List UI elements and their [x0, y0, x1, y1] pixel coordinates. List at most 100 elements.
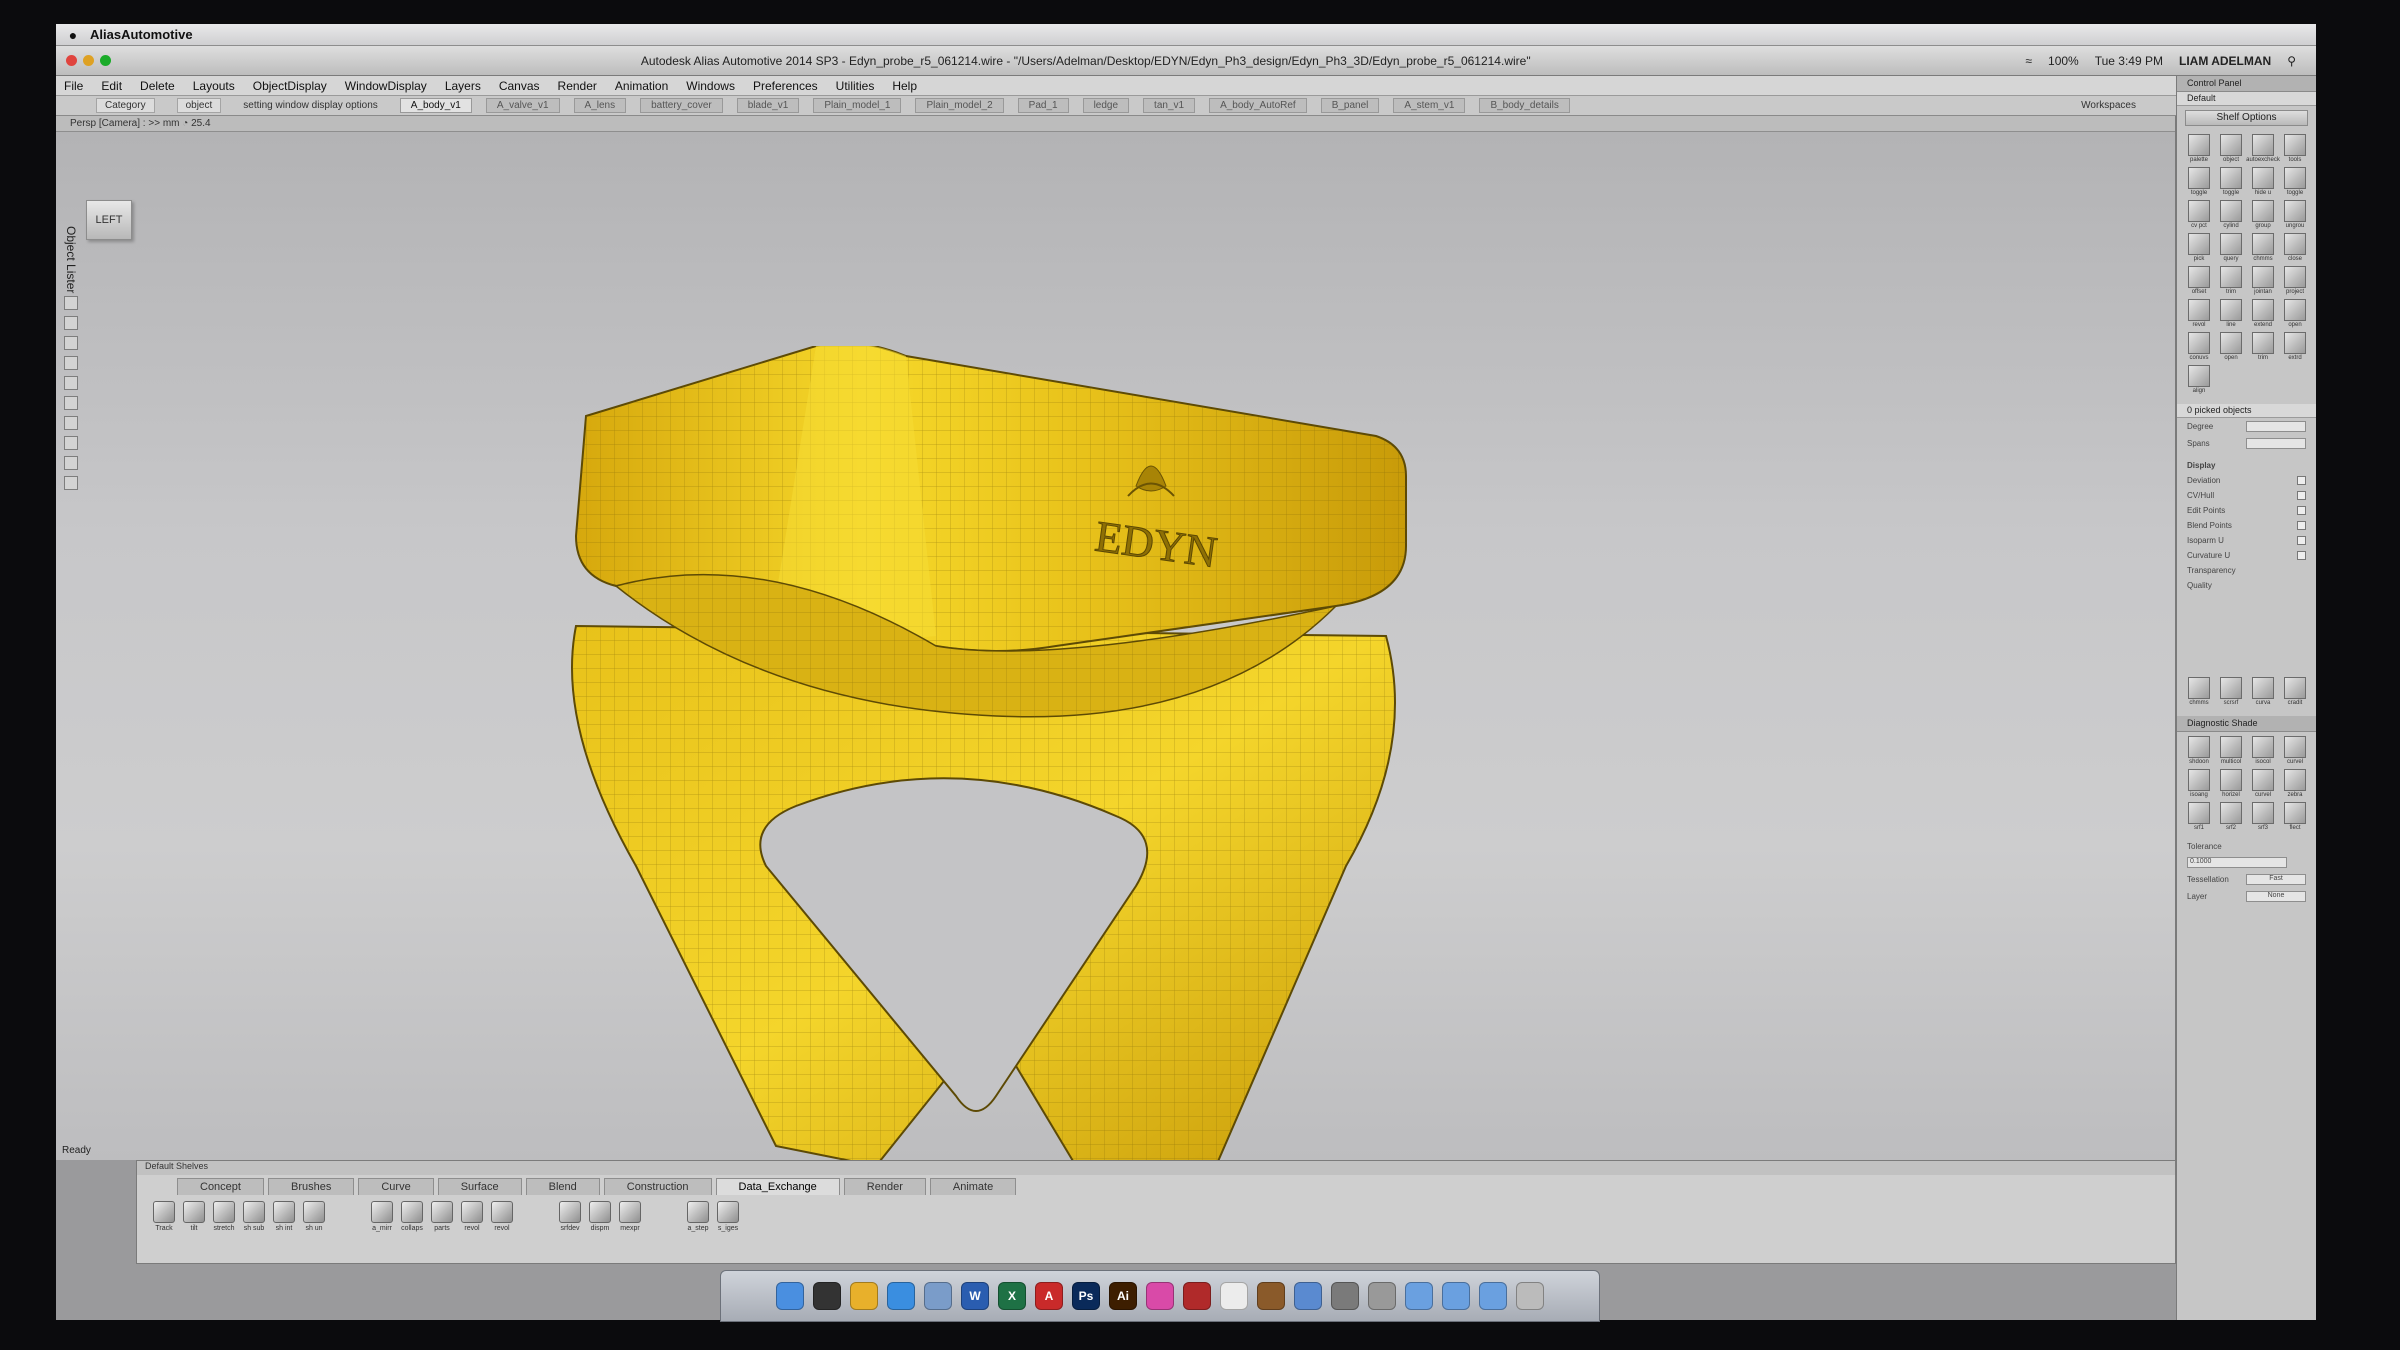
palette-tool[interactable]: project [2281, 266, 2309, 295]
itunes-icon[interactable] [1146, 1282, 1174, 1310]
shelf-tool[interactable]: Track [153, 1201, 175, 1232]
shelf-options-button[interactable]: Shelf Options [2185, 110, 2308, 126]
palette-extra-tool[interactable]: scrsrf [2217, 677, 2245, 706]
track-tool-icon[interactable] [64, 436, 78, 450]
shelf-tool[interactable]: sh un [303, 1201, 325, 1232]
palette-tool[interactable]: chmms [2249, 233, 2277, 262]
palette-tool[interactable]: toggle [2185, 167, 2213, 196]
palette-tool[interactable]: object [2217, 134, 2245, 163]
palette-tool[interactable]: open [2281, 299, 2309, 328]
shelf-tab-render[interactable]: Render [843, 1178, 926, 1195]
undo-tool-icon[interactable] [64, 396, 78, 410]
minimize-window-button[interactable] [83, 55, 94, 66]
spotlight-search-icon[interactable]: ⚲ [2287, 54, 2296, 68]
trash-icon[interactable] [1516, 1282, 1544, 1310]
folder-icon[interactable] [1479, 1282, 1507, 1310]
shelf-tab-surface[interactable]: Surface [437, 1178, 522, 1195]
palette-tool[interactable]: cv pct [2185, 200, 2213, 229]
palette-tool[interactable]: group [2249, 200, 2277, 229]
dashboard-icon[interactable] [813, 1282, 841, 1310]
shelf-tab-brushes[interactable]: Brushes [267, 1178, 355, 1195]
tessellation-dropdown[interactable]: Fast [2246, 874, 2306, 885]
layer-tab[interactable]: A_stem_v1 [1393, 98, 1466, 113]
layer-tab[interactable]: B_body_details [1479, 98, 1570, 113]
photoshop-icon[interactable]: Ps [1072, 1282, 1100, 1310]
mail-icon[interactable] [924, 1282, 952, 1310]
layer-tab[interactable]: ledge [1082, 98, 1130, 113]
dolly-tool-icon[interactable] [64, 456, 78, 470]
palette-tool[interactable]: autoexcheck [2246, 134, 2280, 163]
shelf-tab-curve[interactable]: Curve [358, 1178, 434, 1195]
menu-utilities[interactable]: Utilities [836, 79, 875, 93]
acrobat-icon[interactable]: A [1035, 1282, 1063, 1310]
layer-tab[interactable]: A_body_AutoRef [1209, 98, 1307, 113]
layer-tab[interactable]: B_panel [1320, 98, 1380, 113]
diagnostic-shade-tool[interactable]: srf1 [2185, 802, 2213, 831]
edyn-probe-3d-model[interactable]: EDYN [516, 346, 1476, 1166]
palette-tool[interactable]: toggle [2281, 167, 2309, 196]
safari-icon[interactable] [887, 1282, 915, 1310]
palette-tool[interactable]: tools [2281, 134, 2309, 163]
diagnostic-shade-tool[interactable]: zebra [2281, 769, 2309, 798]
menu-canvas[interactable]: Canvas [499, 79, 540, 93]
shelf-tool[interactable]: tilt [183, 1201, 205, 1232]
shelf-tool[interactable]: dispm [589, 1201, 611, 1232]
chrome-icon[interactable] [850, 1282, 878, 1310]
word-icon[interactable]: W [961, 1282, 989, 1310]
layer-tab[interactable]: A_lens [573, 98, 627, 113]
shelf-tool[interactable]: revol [491, 1201, 513, 1232]
quality-section[interactable]: Quality [2177, 578, 2316, 593]
preview-icon[interactable] [1294, 1282, 1322, 1310]
layer-tab[interactable]: Pad_1 [1017, 98, 1069, 113]
menu-layouts[interactable]: Layouts [193, 79, 235, 93]
shelf-tool[interactable]: mexpr [619, 1201, 641, 1232]
layer-tab[interactable]: tan_v1 [1143, 98, 1196, 113]
menu-edit[interactable]: Edit [101, 79, 122, 93]
palette-tool[interactable]: pick [2185, 233, 2213, 262]
tumble-tool-icon[interactable] [64, 416, 78, 430]
layer-tab[interactable]: Plain_model_1 [813, 98, 902, 113]
diagnostic-shade-tool[interactable]: shdoon [2185, 736, 2213, 765]
layer-tab[interactable]: blade_v1 [736, 98, 800, 113]
shelf-tab-data_exchange[interactable]: Data_Exchange [715, 1178, 840, 1195]
excel-icon[interactable]: X [998, 1282, 1026, 1310]
menu-file[interactable]: File [64, 79, 83, 93]
palette-tool[interactable]: trim [2249, 332, 2277, 361]
palette-extra-tool[interactable]: chmms [2185, 677, 2213, 706]
shelf-tab-blend[interactable]: Blend [525, 1178, 600, 1195]
palette-tool[interactable]: extrd [2281, 332, 2309, 361]
display-option-checkbox[interactable] [2297, 536, 2306, 545]
diagnostic-shade-tool[interactable]: srf3 [2249, 802, 2277, 831]
settings-icon[interactable] [1331, 1282, 1359, 1310]
shelf-tool[interactable]: revol [461, 1201, 483, 1232]
palette-tool[interactable]: jointan [2249, 266, 2277, 295]
diagnostic-shade-tool[interactable]: isocol [2249, 736, 2277, 765]
layer-tab[interactable]: A_body_v1 [399, 98, 472, 113]
shelf-tool[interactable]: a_mirr [371, 1201, 393, 1232]
3d-viewport[interactable]: Persp [Camera] : >> mm ◔ 25.4 LEFT Objec… [56, 116, 2176, 1166]
scale-tool-icon[interactable] [64, 356, 78, 370]
diagnostic-shade-tool[interactable]: multicol [2217, 736, 2245, 765]
menu-delete[interactable]: Delete [140, 79, 175, 93]
layer-dropdown[interactable]: None [2246, 891, 2306, 902]
diagnostic-shade-tool[interactable]: curvel [2281, 736, 2309, 765]
palette-extra-tool[interactable]: cradit [2281, 677, 2309, 706]
palette-tool[interactable]: ungrou [2281, 200, 2309, 229]
menu-help[interactable]: Help [892, 79, 917, 93]
shelf-tab-construction[interactable]: Construction [603, 1178, 712, 1195]
display-option-checkbox[interactable] [2297, 521, 2306, 530]
zoom-window-button[interactable] [100, 55, 111, 66]
palette-tool[interactable]: query [2217, 233, 2245, 262]
shelf-tool[interactable]: sh sub [243, 1201, 265, 1232]
layer-tab[interactable]: battery_cover [640, 98, 723, 113]
finder-icon[interactable] [776, 1282, 804, 1310]
layer-tab[interactable]: Plain_model_2 [915, 98, 1004, 113]
palette-tool[interactable]: offset [2185, 266, 2213, 295]
palette-tool[interactable]: open [2217, 332, 2245, 361]
menu-animation[interactable]: Animation [615, 79, 668, 93]
diagnostic-shade-tool[interactable]: flect [2281, 802, 2309, 831]
palette-tool[interactable]: cylind [2217, 200, 2245, 229]
palette-tool[interactable]: trim [2217, 266, 2245, 295]
clock[interactable]: Tue 3:49 PM [2095, 54, 2163, 68]
shelf-tool[interactable]: collaps [401, 1201, 423, 1232]
